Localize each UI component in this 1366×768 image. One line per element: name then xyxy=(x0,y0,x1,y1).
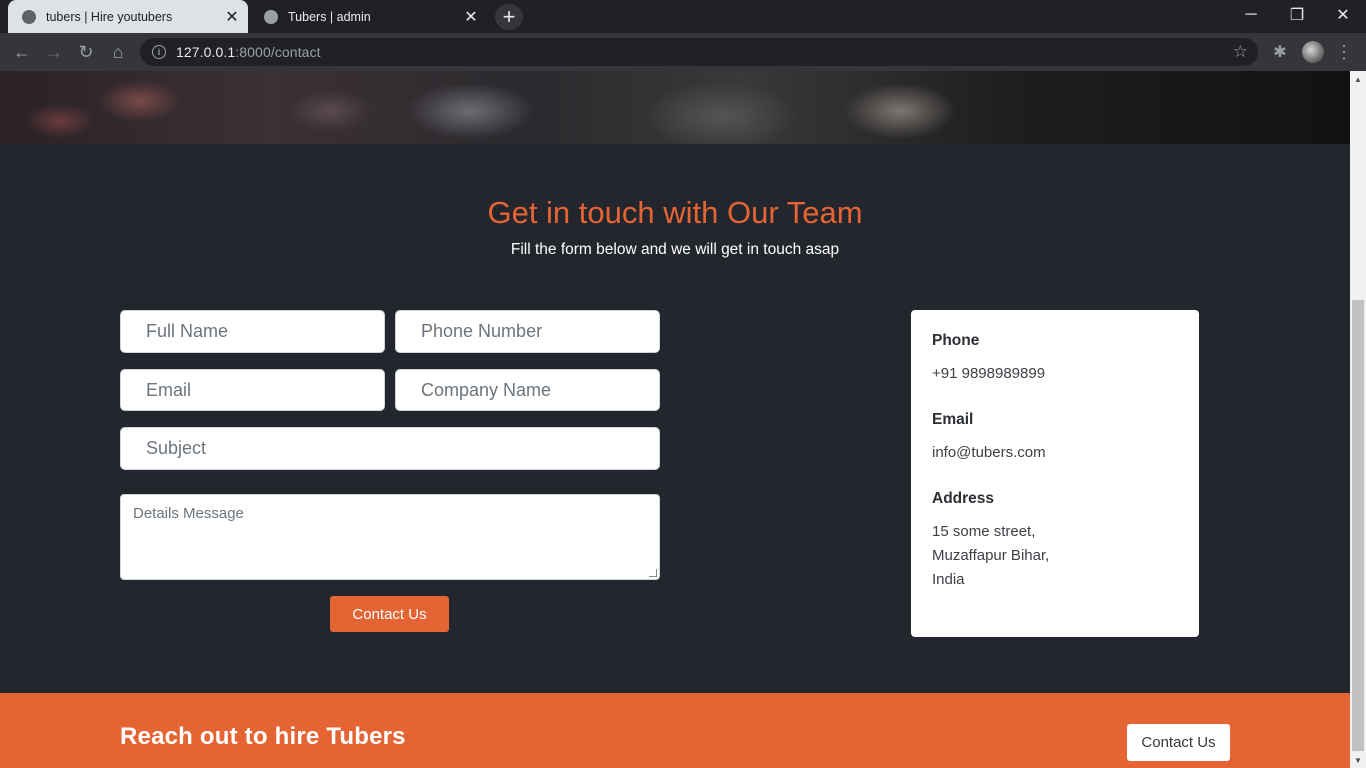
message-textarea[interactable]: Details Message xyxy=(120,494,660,580)
reload-icon[interactable]: ↻ xyxy=(71,37,101,67)
browser-toolbar: ← → ↻ ⌂ i 127.0.0.1:8000/contact ☆ xyxy=(0,33,1366,71)
company-name-input[interactable]: Company Name xyxy=(395,369,660,411)
tab-title: Tubers | admin xyxy=(288,9,371,24)
contact-submit-button[interactable]: Contact Us xyxy=(330,596,449,632)
contact-heading: Get in touch with Our Team xyxy=(487,195,863,230)
home-icon[interactable]: ⌂ xyxy=(103,37,133,67)
resize-handle-icon[interactable] xyxy=(649,569,657,577)
phone-value: +91 9898989899 xyxy=(932,365,1046,382)
window-close-icon[interactable]: ✕ xyxy=(1320,0,1366,30)
address-bar[interactable]: i 127.0.0.1:8000/contact ☆ xyxy=(140,38,1258,66)
browser-tab-inactive[interactable]: Tubers | admin ✕ xyxy=(250,0,487,33)
page-viewport: Get in touch with Our Team Fill the form… xyxy=(0,71,1350,768)
cta-banner: Reach out to hire Tubers Contact Us xyxy=(0,693,1350,768)
close-tab-icon[interactable]: ✕ xyxy=(461,7,481,27)
full-name-input[interactable]: Full Name xyxy=(120,310,385,353)
globe-icon xyxy=(22,9,36,24)
hero-image xyxy=(0,71,1350,144)
browser-tab-active[interactable]: tubers | Hire youtubers ✕ xyxy=(8,0,248,33)
cta-contact-button[interactable]: Contact Us xyxy=(1127,724,1230,761)
email-label: Email xyxy=(932,411,974,428)
tab-title: tubers | Hire youtubers xyxy=(46,9,173,24)
cta-title: Reach out to hire Tubers xyxy=(120,723,406,750)
address-value: 15 some street, Muzaffapur Bihar, India xyxy=(932,523,1050,588)
email-value: info@tubers.com xyxy=(932,444,1046,461)
profile-avatar[interactable] xyxy=(1302,41,1324,63)
scroll-down-icon[interactable]: ▼ xyxy=(1350,752,1366,768)
browser-menu-icon[interactable]: ⋮ xyxy=(1334,41,1354,63)
contact-info-card: Phone +91 9898989899 Email info@tubers.c… xyxy=(911,310,1199,637)
url-text: 127.0.0.1:8000/contact xyxy=(176,44,321,60)
page-scrollbar[interactable]: ▲ ▼ xyxy=(1350,71,1366,768)
new-tab-button[interactable]: + xyxy=(495,4,523,30)
minimize-icon[interactable]: ─ xyxy=(1228,0,1274,30)
scrollbar-thumb[interactable] xyxy=(1352,300,1364,751)
bookmark-star-icon[interactable]: ☆ xyxy=(1233,42,1248,62)
extensions-puzzle-icon[interactable]: ✱ xyxy=(1270,42,1290,62)
phone-number-input[interactable]: Phone Number xyxy=(395,310,660,353)
restore-icon[interactable]: ❐ xyxy=(1274,0,1320,30)
site-info-icon[interactable]: i xyxy=(152,45,166,59)
contact-subheading: Fill the form below and we will get in t… xyxy=(510,241,840,258)
close-tab-icon[interactable]: ✕ xyxy=(222,7,242,27)
email-input[interactable]: Email xyxy=(120,369,385,411)
scroll-up-icon[interactable]: ▲ xyxy=(1350,71,1366,87)
subject-input[interactable]: Subject xyxy=(120,427,660,470)
back-arrow-icon[interactable]: ← xyxy=(7,37,37,67)
browser-tab-bar: tubers | Hire youtubers ✕ Tubers | admin… xyxy=(0,0,1366,33)
forward-arrow-icon[interactable]: → xyxy=(39,37,69,67)
phone-label: Phone xyxy=(932,332,980,349)
address-label: Address xyxy=(932,490,995,507)
globe-icon xyxy=(264,9,278,24)
